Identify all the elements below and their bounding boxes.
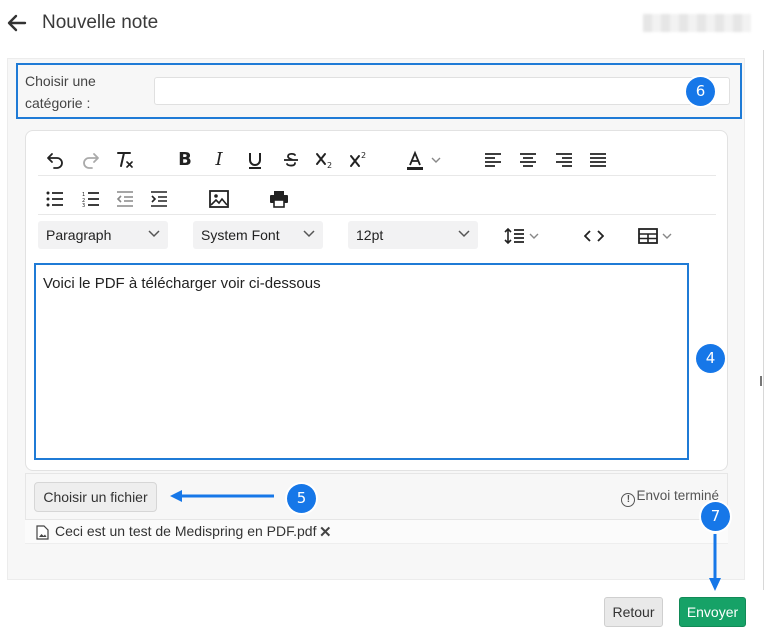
top-bar: Nouvelle note (0, 0, 764, 48)
font-family-value: System Font (201, 227, 280, 243)
scroll-marker (760, 376, 762, 386)
line-height-icon[interactable] (504, 223, 544, 249)
attachment-name[interactable]: Ceci est un test de Medispring en PDF.pd… (55, 523, 316, 539)
strikethrough-icon[interactable] (278, 147, 304, 173)
svg-text:3: 3 (82, 203, 85, 207)
bullet-list-icon[interactable] (42, 186, 68, 212)
category-label: Choisir une catégorie : (25, 73, 96, 111)
print-icon[interactable] (266, 186, 292, 212)
redo-icon[interactable] (78, 147, 104, 173)
annotation-badge-6: 6 (686, 77, 715, 106)
indent-icon[interactable] (146, 186, 172, 212)
align-left-icon[interactable] (480, 147, 506, 173)
toolbar-divider (38, 175, 716, 176)
annotation-badge-7: 7 (701, 502, 730, 531)
attachment-row: Ceci est un test de Medispring en PDF.pd… (25, 520, 728, 544)
align-right-icon[interactable] (551, 147, 577, 173)
file-upload-bar: Choisir un fichier ! Envoi terminé (25, 473, 728, 520)
superscript-icon[interactable]: 2 (346, 147, 372, 173)
code-icon[interactable] (581, 223, 607, 249)
font-family-select[interactable]: System Font (193, 221, 323, 249)
annotation-badge-5: 5 (287, 484, 316, 513)
image-icon[interactable] (206, 186, 232, 212)
font-size-value: 12pt (356, 227, 384, 243)
undo-icon[interactable] (42, 147, 68, 173)
align-justify-icon[interactable] (585, 147, 611, 173)
category-section: Choisir une catégorie : (16, 63, 742, 119)
toolbar-row-3: Paragraph System Font 12pt (38, 217, 718, 255)
toolbar-divider (38, 214, 716, 215)
editor-content-area[interactable]: Voici le PDF à télécharger voir ci-desso… (34, 263, 689, 460)
arrow-left-icon[interactable] (6, 12, 28, 34)
bold-icon[interactable]: B (172, 147, 198, 173)
outdent-icon[interactable] (112, 186, 138, 212)
info-circle-icon: ! (621, 493, 636, 507)
chevron-down-icon (303, 230, 315, 238)
svg-text:2: 2 (361, 151, 366, 160)
text-color-icon[interactable] (404, 147, 448, 173)
send-button[interactable]: Envoyer (679, 597, 746, 627)
numbered-list-icon[interactable]: 123 (78, 186, 104, 212)
page-title: Nouvelle note (42, 12, 159, 33)
svg-text:2: 2 (327, 161, 332, 170)
choose-file-button[interactable]: Choisir un fichier (34, 482, 157, 512)
annotation-badge-4: 4 (696, 344, 725, 373)
block-format-select[interactable]: Paragraph (38, 221, 168, 249)
clear-format-icon[interactable] (112, 147, 138, 173)
toolbar-row-2: 123 (38, 180, 718, 218)
back-button[interactable]: Retour (604, 597, 663, 627)
italic-icon[interactable]: I (206, 147, 232, 173)
subscript-icon[interactable]: 2 (312, 147, 338, 173)
file-image-icon (36, 525, 49, 540)
underline-icon[interactable] (242, 147, 268, 173)
editor-content-text: Voici le PDF à télécharger voir ci-desso… (43, 275, 321, 292)
chevron-down-icon (458, 230, 470, 238)
remove-attachment-icon[interactable]: ✕ (319, 523, 332, 541)
toolbar-row-1: B I 2 2 (38, 141, 718, 179)
annotation-arrow-left (170, 490, 274, 502)
annotation-arrow-down (709, 534, 721, 591)
blurred-user-info (643, 14, 751, 32)
upload-status-text: Envoi terminé (636, 488, 719, 503)
align-center-icon[interactable] (515, 147, 541, 173)
block-format-value: Paragraph (46, 227, 112, 243)
font-size-select[interactable]: 12pt (348, 221, 478, 249)
upload-status: ! Envoi terminé (621, 488, 719, 507)
chevron-down-icon (148, 230, 160, 238)
table-icon[interactable] (638, 223, 678, 249)
category-input[interactable] (154, 77, 730, 105)
